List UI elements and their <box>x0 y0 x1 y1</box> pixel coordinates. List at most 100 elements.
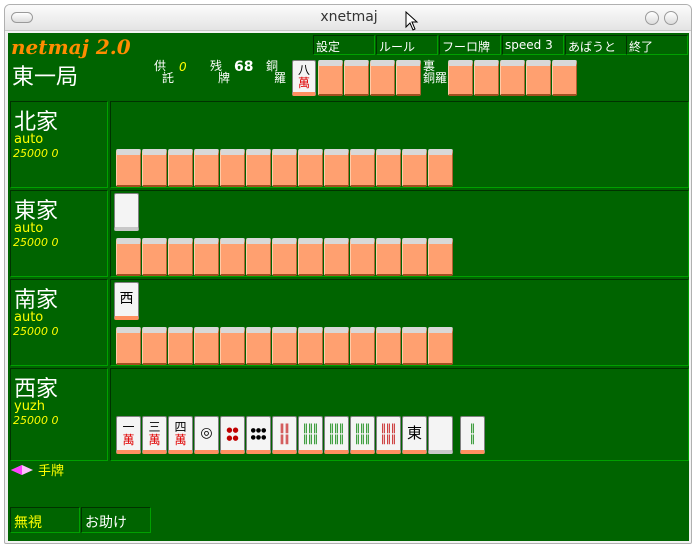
hand-label: 手牌 <box>38 464 65 479</box>
tile-top: ‖‖‖ <box>381 422 396 434</box>
south-hand-tile <box>246 327 271 365</box>
east-hand-tile <box>402 238 427 276</box>
north-hand-tile <box>324 149 349 187</box>
north-hand-tile <box>376 149 401 187</box>
dora-tile-back <box>396 60 421 96</box>
tile-top: ‖‖ <box>279 422 290 434</box>
east-hand-tile <box>220 238 245 276</box>
north-hand-tile <box>168 149 193 187</box>
uradora-tile-back <box>526 60 551 96</box>
north-hand-tile <box>298 149 323 187</box>
player-south-info: 南家 auto 25000 0 <box>10 279 108 366</box>
north-hand-tile <box>142 149 167 187</box>
player-west-name: yuzh <box>14 399 45 414</box>
east-hand-tile <box>350 238 375 276</box>
hand-tile-1[interactable]: 一 萬 <box>116 416 141 454</box>
tile-bottom: ‖‖‖ <box>381 433 396 445</box>
east-hand-tile <box>298 238 323 276</box>
south-hand-tile <box>324 327 349 365</box>
south-hand-tile <box>428 327 453 365</box>
dora-tile-back <box>318 60 343 96</box>
player-south-area: 西 <box>110 279 689 366</box>
hand-tile-8[interactable]: ‖‖‖ ‖‖‖ <box>298 416 323 454</box>
uradora-tile-back <box>474 60 499 96</box>
south-hand-tile <box>376 327 401 365</box>
hand-tile-6[interactable]: ●●● ●●● <box>246 416 271 454</box>
menu-about[interactable]: あばうと <box>565 35 627 55</box>
hand-tile-3[interactable]: 四 萬 <box>168 416 193 454</box>
north-hand-tile <box>194 149 219 187</box>
dora-tile-back <box>344 60 369 96</box>
tile-top: ‖‖‖ <box>355 422 370 434</box>
east-hand-tile <box>376 238 401 276</box>
east-hand-tile <box>194 238 219 276</box>
north-hand-tile <box>402 149 427 187</box>
hand-tile-13[interactable] <box>428 416 453 454</box>
south-hand-tile <box>272 327 297 365</box>
dora-tile-back <box>370 60 395 96</box>
ignore-button[interactable]: 無視 <box>10 507 80 533</box>
uradora-tile-back <box>500 60 525 96</box>
player-west-score: 25000 0 <box>13 414 59 427</box>
tile-top: ‖ <box>470 422 475 434</box>
remaining-label-2: 牌 <box>218 71 231 85</box>
uradora-tile-back <box>448 60 473 96</box>
tile-top: ‖‖‖ <box>329 422 344 434</box>
tile-top: ◎ <box>200 425 213 441</box>
hand-tile-5[interactable]: ●● ●● <box>220 416 245 454</box>
tile-top: ●●● <box>250 426 267 434</box>
menu-speed[interactable]: speed 3 <box>502 35 564 55</box>
tile-top: 一 <box>122 419 135 434</box>
dora-label-2: 羅 <box>274 71 287 85</box>
hand-tile-7[interactable]: ‖‖ ‖‖ <box>272 416 297 454</box>
tile-top: 東 <box>406 424 422 442</box>
south-hand-tile <box>142 327 167 365</box>
tile-bottom: ‖‖‖ <box>329 433 344 445</box>
east-hand-tile <box>116 238 141 276</box>
game-board: netmaj 2.0 設定 ルール フーロ牌 speed 3 あばうと 終了 東… <box>8 33 689 541</box>
east-hand-tile <box>142 238 167 276</box>
north-hand-tile <box>246 149 271 187</box>
menu-quit[interactable]: 終了 <box>626 35 688 55</box>
player-north-info: 北家 auto 25000 0 <box>10 101 108 188</box>
menu-settings[interactable]: 設定 <box>313 35 375 55</box>
uradora-tile-back <box>552 60 577 96</box>
uradora-label-2: 銅羅 <box>423 71 448 85</box>
south-hand-tile <box>350 327 375 365</box>
player-south-score: 25000 0 <box>13 325 59 338</box>
tile-bottom: 萬 <box>122 432 135 447</box>
north-hand-tile <box>428 149 453 187</box>
app-logo: netmaj 2.0 <box>11 35 131 59</box>
tile-top: ●● <box>226 425 239 434</box>
player-west-info: 西家 yuzh 25000 0 <box>10 368 108 461</box>
south-hand-tile <box>220 327 245 365</box>
player-east-info: 東家 auto 25000 0 <box>10 190 108 277</box>
hand-tile-11[interactable]: ‖‖‖ ‖‖‖ <box>376 416 401 454</box>
tile-bottom: ●●● <box>250 433 267 441</box>
hand-tile-9[interactable]: ‖‖‖ ‖‖‖ <box>324 416 349 454</box>
north-hand-tile <box>272 149 297 187</box>
tile-bottom: ●● <box>226 433 239 442</box>
menu-rules[interactable]: ルール <box>376 35 438 55</box>
tile-bottom: ‖‖‖ <box>303 433 318 445</box>
hand-tile-10[interactable]: ‖‖‖ ‖‖‖ <box>350 416 375 454</box>
hand-tile-2[interactable]: 三 萬 <box>142 416 167 454</box>
east-discard-tile <box>114 193 139 231</box>
drawn-tile[interactable]: ‖ ‖ <box>460 416 485 454</box>
hand-tile-12[interactable]: 東 <box>402 416 427 454</box>
hand-tile-4[interactable]: ◎ <box>194 416 219 454</box>
north-hand-tile <box>350 149 375 187</box>
player-west-area: 一 萬 三 萬 四 萬 ◎ ●● ●● ●●● ●●● ‖‖ ‖‖ ‖‖‖ ‖‖… <box>110 368 689 461</box>
menu-furo-tiles[interactable]: フーロ牌 <box>439 35 501 55</box>
south-discard-char: 西 <box>119 291 134 307</box>
dora-indicator-tile: 八 萬 <box>292 60 316 96</box>
player-north-area <box>110 101 689 188</box>
window-title: xnetmaj <box>320 9 378 25</box>
help-button[interactable]: お助け <box>81 507 151 533</box>
dora-bottom: 萬 <box>297 75 310 90</box>
kyoutaku-value: 0 <box>179 60 187 74</box>
minimize-button[interactable] <box>645 11 659 25</box>
mouse-cursor-icon <box>405 11 419 31</box>
maximize-button[interactable] <box>664 11 678 25</box>
tile-bottom: 萬 <box>148 432 161 447</box>
